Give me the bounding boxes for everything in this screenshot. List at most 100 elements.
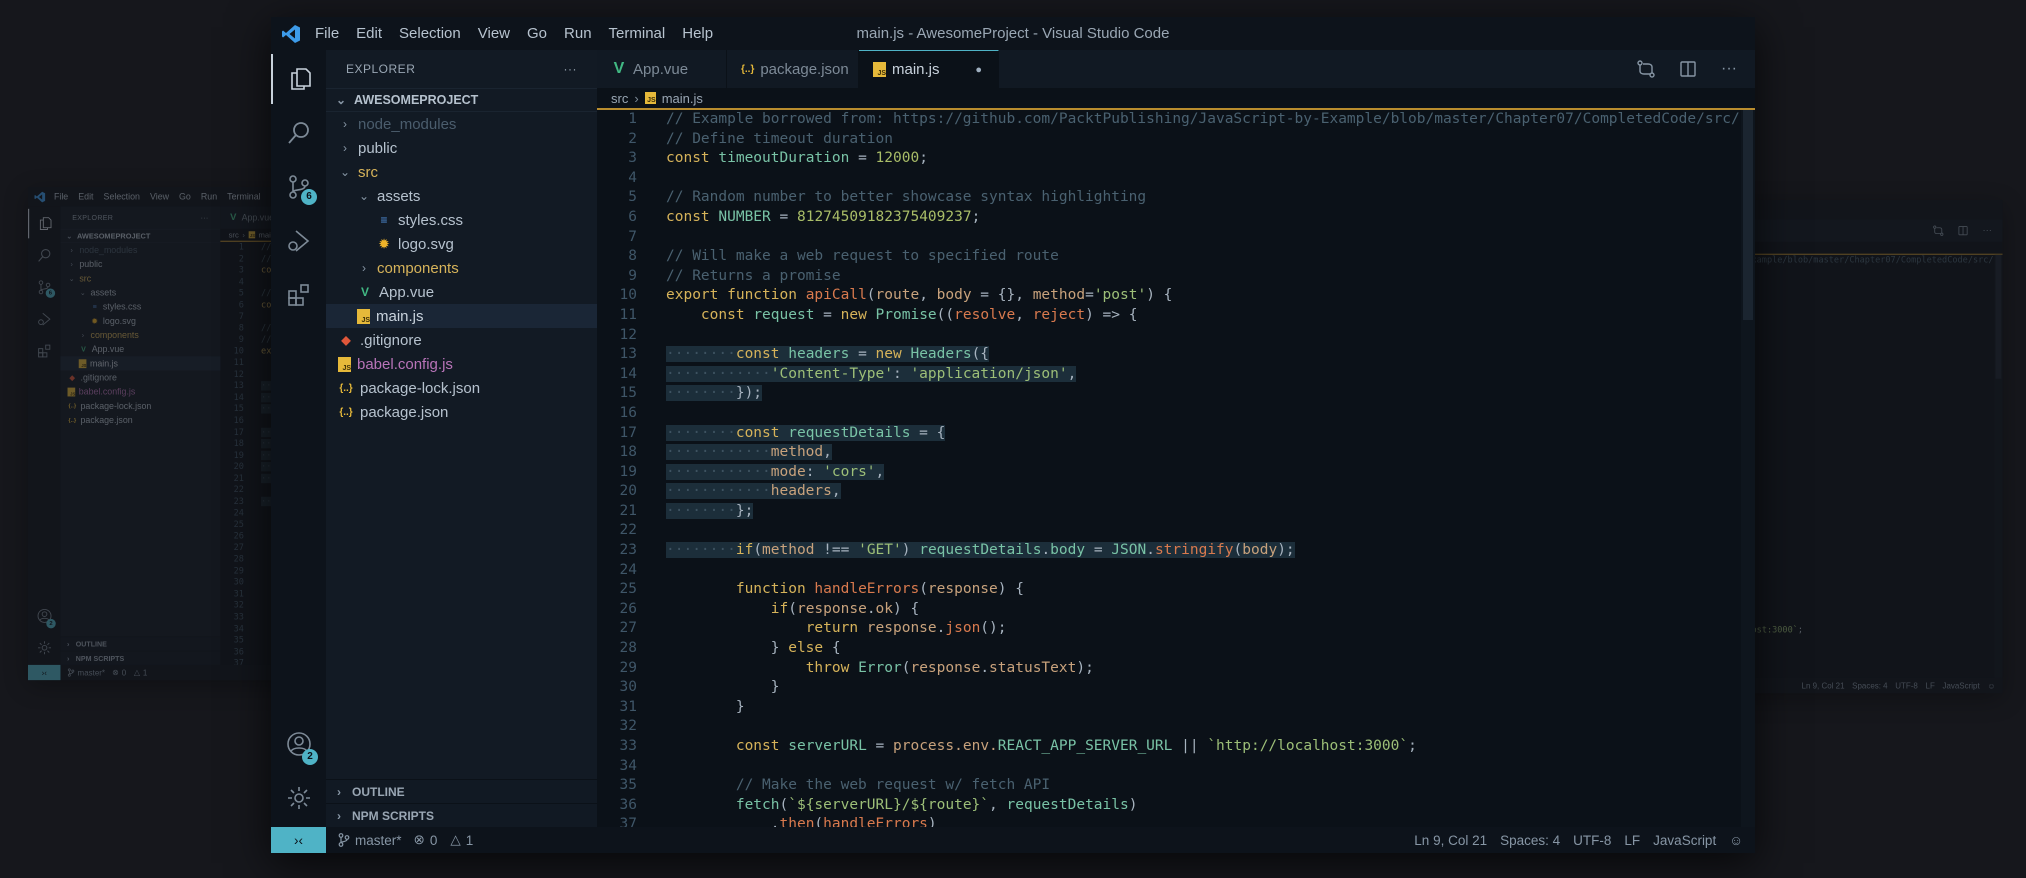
tree-item[interactable]: V App.vue <box>326 280 597 304</box>
split-editor-icon[interactable] <box>1679 60 1697 78</box>
tree-item[interactable]: JSmain.js <box>60 356 221 371</box>
tree-item[interactable]: › public <box>326 136 597 160</box>
menu-file[interactable]: File <box>315 25 339 42</box>
menu-edit[interactable]: Edit <box>356 25 382 42</box>
sidebar-panel-npm-scripts[interactable]: › NPM SCRIPTS <box>326 803 597 827</box>
explorer-more-button[interactable]: ··· <box>564 62 578 76</box>
problems-indicator[interactable]: ⊗ 0 △ 1 <box>414 832 474 848</box>
problems-indicator[interactable]: ⊗ 0 △ 1 <box>112 668 147 677</box>
menu-run[interactable]: Run <box>564 25 592 42</box>
cursor-position[interactable]: Ln 9, Col 21 <box>1802 681 1845 690</box>
code-editor[interactable]: 1 // Example borrowed from: https://githu… <box>597 110 1741 827</box>
menu-go[interactable]: Go <box>179 192 191 202</box>
sidebar-panel-outline[interactable]: › OUTLINE <box>326 779 597 803</box>
run-debug-icon[interactable] <box>271 216 326 266</box>
feedback-smiley-icon[interactable]: ☺ <box>1987 681 1995 690</box>
scrollbar-thumb[interactable] <box>1743 110 1753 320</box>
indentation[interactable]: Spaces: 4 <box>1500 833 1560 848</box>
menu-go[interactable]: Go <box>527 25 547 42</box>
indentation[interactable]: Spaces: 4 <box>1852 681 1887 690</box>
remote-indicator-icon[interactable]: ›‹ <box>271 827 326 853</box>
tree-item[interactable]: ⌄ assets <box>326 184 597 208</box>
tree-item[interactable]: › node_modules <box>326 112 597 136</box>
menu-selection[interactable]: Selection <box>399 25 461 42</box>
tree-item[interactable]: › node_modules <box>60 243 220 257</box>
project-folder-header[interactable]: ⌄ AWESOMEPROJECT <box>326 88 597 112</box>
more-actions-icon[interactable]: ··· <box>1983 225 1992 236</box>
settings-gear-icon[interactable] <box>271 773 326 823</box>
explorer-icon[interactable] <box>28 208 62 239</box>
settings-gear-icon[interactable] <box>28 633 60 663</box>
split-editor-icon[interactable] <box>1958 225 1969 236</box>
scrollbar-thumb[interactable] <box>1995 254 2002 379</box>
menu-help[interactable]: Help <box>682 25 713 42</box>
tree-item[interactable]: › public <box>60 257 220 271</box>
cursor-position[interactable]: Ln 9, Col 21 <box>1414 833 1487 848</box>
tree-item[interactable]: ≡ styles.css <box>326 208 597 232</box>
modified-dot-icon[interactable]: ● <box>975 64 982 76</box>
accounts-icon[interactable]: 2 <box>28 601 60 631</box>
run-debug-icon[interactable] <box>28 304 60 333</box>
menu-selection[interactable]: Selection <box>104 192 140 202</box>
sidebar-panel-npm-scripts[interactable]: › NPM SCRIPTS <box>60 650 221 665</box>
tree-item[interactable]: JSbabel.config.js <box>326 352 597 376</box>
language-mode[interactable]: JavaScript <box>1653 833 1716 848</box>
tab-main-js[interactable]: JS main.js ● <box>859 50 999 88</box>
branch-indicator[interactable]: master* <box>338 833 402 848</box>
more-actions-icon[interactable]: ··· <box>1721 60 1737 78</box>
tree-item[interactable]: JSbabel.config.js <box>60 385 220 399</box>
tree-item[interactable]: {..}package.json <box>326 400 597 424</box>
open-changes-icon[interactable] <box>1637 60 1655 78</box>
explorer-more-button[interactable]: ··· <box>201 214 209 222</box>
search-icon[interactable] <box>271 108 326 158</box>
menu-view[interactable]: View <box>150 192 169 202</box>
tree-item[interactable]: ⌄ src <box>60 271 220 285</box>
branch-indicator[interactable]: master* <box>67 668 105 677</box>
end-of-line[interactable]: LF <box>1624 833 1640 848</box>
tree-item[interactable]: ⌄ src <box>326 160 597 184</box>
breadcrumb-folder[interactable]: src <box>229 230 239 239</box>
menu-file[interactable]: File <box>54 192 68 202</box>
project-folder-header[interactable]: ⌄ AWESOMEPROJECT <box>60 228 221 244</box>
tree-item[interactable]: › components <box>326 256 597 280</box>
feedback-smiley-icon[interactable]: ☺ <box>1729 833 1743 848</box>
tree-item[interactable]: ◆ .gitignore <box>60 370 220 384</box>
tree-item[interactable]: {..}package.json <box>60 413 220 427</box>
extensions-icon[interactable] <box>28 336 60 366</box>
extensions-icon[interactable] <box>271 270 326 320</box>
source-control-icon[interactable]: 6 <box>271 162 326 212</box>
accounts-icon[interactable]: 2 <box>271 719 326 769</box>
tree-item[interactable]: {..}package-lock.json <box>326 376 597 400</box>
tree-item[interactable]: ≡ styles.css <box>60 300 220 314</box>
editor-scrollbar[interactable] <box>1741 110 1755 827</box>
tree-item[interactable]: ✹ logo.svg <box>326 232 597 256</box>
encoding[interactable]: UTF-8 <box>1895 681 1918 690</box>
language-mode[interactable]: JavaScript <box>1942 681 1979 690</box>
breadcrumb-folder[interactable]: src <box>611 91 628 106</box>
encoding[interactable]: UTF-8 <box>1573 833 1611 848</box>
menu-terminal[interactable]: Terminal <box>227 192 260 202</box>
panel-label: OUTLINE <box>75 639 107 649</box>
open-changes-icon[interactable] <box>1933 225 1944 236</box>
tab-app-vue[interactable]: V App.vue <box>597 50 727 88</box>
sidebar-panel-outline[interactable]: › OUTLINE <box>60 636 221 651</box>
menu-run[interactable]: Run <box>201 192 217 202</box>
source-control-icon[interactable]: 6 <box>28 273 60 303</box>
remote-indicator-icon[interactable]: ›‹ <box>28 664 61 681</box>
editor-scrollbar[interactable] <box>1994 254 2003 678</box>
menu-edit[interactable]: Edit <box>78 192 93 202</box>
tree-item[interactable]: {..}package-lock.json <box>60 399 220 413</box>
tree-item[interactable]: ⌄ assets <box>60 286 220 300</box>
tree-item[interactable]: ✹ logo.svg <box>60 314 220 328</box>
tab-package-json[interactable]: {..} package.json <box>727 50 859 88</box>
menu-view[interactable]: View <box>478 25 510 42</box>
end-of-line[interactable]: LF <box>1926 681 1935 690</box>
menu-terminal[interactable]: Terminal <box>609 25 666 42</box>
explorer-icon[interactable] <box>271 54 328 104</box>
tree-item[interactable]: V App.vue <box>60 342 220 356</box>
tree-item[interactable]: › components <box>60 328 220 342</box>
search-icon[interactable] <box>28 241 60 271</box>
breadcrumb-file[interactable]: main.js <box>662 91 703 106</box>
tree-item[interactable]: JSmain.js <box>326 304 597 328</box>
tree-item[interactable]: ◆ .gitignore <box>326 328 597 352</box>
